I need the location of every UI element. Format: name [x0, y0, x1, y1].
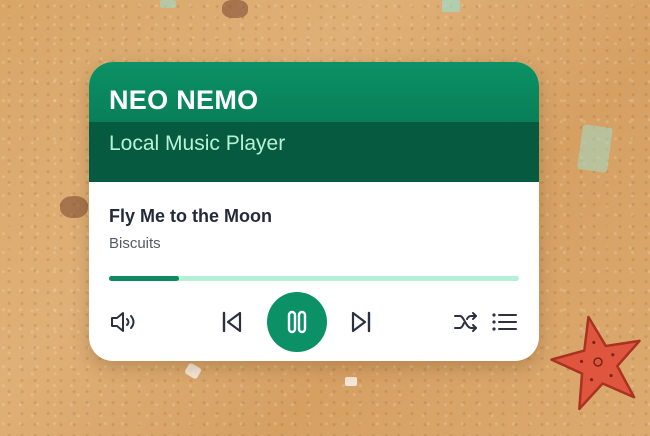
volume-icon	[111, 312, 135, 332]
pause-icon	[287, 310, 307, 334]
playlist-button[interactable]	[487, 307, 521, 337]
pebble-decoration	[222, 0, 248, 18]
starfish-decoration	[550, 315, 641, 411]
shell-fragment-decoration	[345, 377, 357, 386]
player-subheader: Local Music Player	[89, 122, 539, 182]
app-title: NEO NEMO	[109, 85, 259, 115]
sea-glass-decoration	[160, 0, 176, 8]
sea-glass-decoration	[577, 124, 613, 173]
pebble-decoration	[60, 196, 88, 218]
music-player-card: NEO NEMO Local Music Player Fly Me to th…	[89, 62, 539, 361]
progress-bar[interactable]	[109, 276, 519, 281]
skip-next-icon	[351, 311, 371, 333]
skip-previous-icon	[222, 311, 242, 333]
track-artist: Biscuits	[109, 235, 161, 252]
previous-track-button[interactable]	[217, 307, 247, 337]
next-track-button[interactable]	[346, 307, 376, 337]
progress-bar-fill	[109, 276, 179, 281]
volume-button[interactable]	[107, 307, 141, 337]
app-subtitle: Local Music Player	[109, 132, 286, 155]
play-pause-button[interactable]	[267, 292, 327, 352]
shell-fragment-decoration	[183, 362, 203, 380]
playlist-icon	[492, 313, 517, 331]
track-title: Fly Me to the Moon	[109, 206, 272, 226]
shuffle-icon	[454, 312, 477, 332]
shuffle-button[interactable]	[451, 307, 481, 337]
player-header: NEO NEMO	[89, 62, 539, 122]
sea-glass-decoration	[442, 0, 460, 12]
